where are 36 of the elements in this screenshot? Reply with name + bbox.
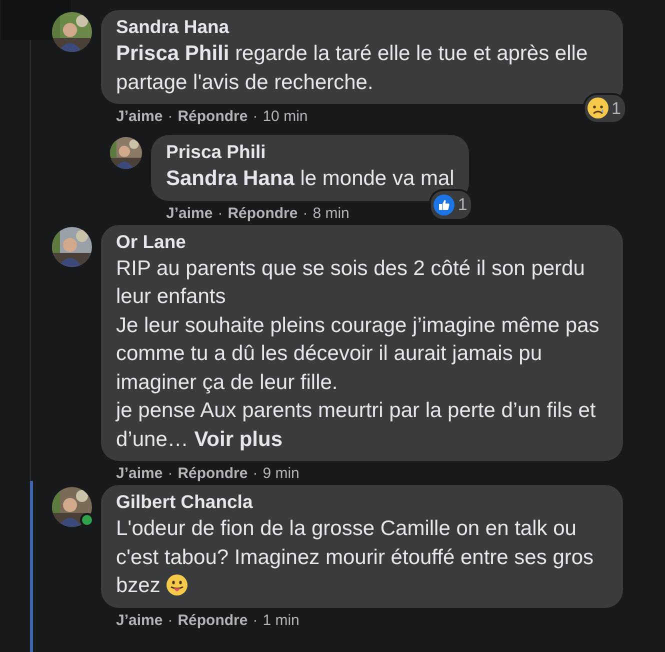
separator: · — [252, 465, 258, 484]
like-link[interactable]: J’aime — [166, 204, 213, 224]
thumbs-up-icon — [432, 194, 455, 216]
timestamp: 10 min — [262, 108, 308, 127]
comment-text: Prisca Phili regarde la taré elle le tue et après elle partage l'avis de recherche. — [116, 41, 589, 96]
author-name[interactable]: Gilbert Chancla — [116, 492, 608, 512]
like-link[interactable]: J’aime — [116, 465, 163, 485]
reply-link[interactable]: Répondre — [178, 612, 248, 632]
separator: · — [218, 204, 223, 224]
author-name[interactable]: Sandra Hana — [116, 17, 608, 37]
separator: · — [168, 108, 173, 127]
author-name[interactable]: Prisca Phili — [166, 142, 454, 162]
comment-text: L'odeur de fion de la grosse Camille on en talk ou c'est tabou? Imaginez mourir étouffé entre ses gros bzez — [116, 516, 595, 599]
tongue-emoji-icon — [166, 574, 188, 596]
timestamp: 1 min — [262, 612, 300, 630]
separator: · — [252, 612, 258, 630]
timestamp: 9 min — [262, 465, 300, 484]
see-more-link[interactable]: Voir plus — [194, 428, 283, 450]
comment-text: Sandra Hana le monde va mal — [166, 166, 454, 192]
reply-link[interactable]: Répondre — [228, 204, 298, 224]
reaction-count[interactable]: 1 — [584, 94, 625, 122]
separator: · — [302, 204, 308, 224]
comment-text: Je leur souhaite pleins courage j’imagine même pas comme tu a dû les décevoir il aurait jamais pu imaginer ça de leur fille. — [116, 312, 600, 396]
like-link[interactable]: J’aime — [116, 612, 163, 632]
separator: · — [252, 108, 258, 127]
comment-text: je pense Aux parents meurtri par la perte d’un fils et d’une… Voir plus — [116, 398, 597, 452]
timestamp: 8 min — [312, 204, 350, 224]
separator: · — [168, 465, 173, 484]
separator: · — [168, 612, 173, 630]
like-link[interactable]: J’aime — [116, 108, 163, 128]
reply-link[interactable]: Répondre — [178, 465, 248, 485]
reaction-count[interactable]: 1 — [430, 191, 472, 218]
sad-face-icon — [586, 97, 609, 120]
reply-link[interactable]: Répondre — [178, 108, 248, 128]
author-name[interactable]: Or Lane — [116, 232, 608, 252]
comment-text: RIP au parents que se sois des 2 côté il son perdu leur enfants — [116, 256, 586, 310]
